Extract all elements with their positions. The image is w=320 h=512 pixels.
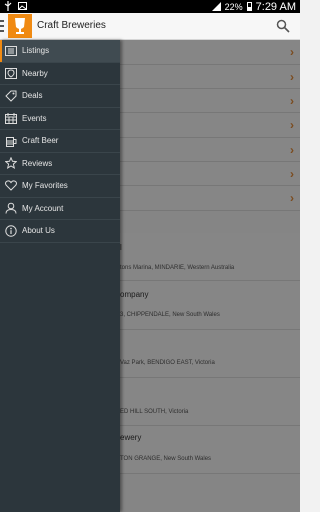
app-logo-icon[interactable] <box>8 14 32 38</box>
drawer-item-label: About Us <box>22 226 55 236</box>
list-icon <box>5 45 17 57</box>
star-icon <box>5 157 17 170</box>
active-indicator <box>0 40 2 62</box>
drawer-item-label: My Favorites <box>22 181 68 191</box>
navigation-drawer: Listings Nearby Deals Events Craft Beer … <box>0 40 120 512</box>
drawer-item-listings[interactable]: Listings <box>0 40 120 63</box>
info-icon <box>5 225 17 237</box>
drawer-item-events[interactable]: Events <box>0 108 120 130</box>
app-bar: Craft Breweries <box>0 13 300 40</box>
heart-icon <box>5 180 17 192</box>
drawer-item-label: Listings <box>22 46 50 56</box>
drawer-item-label: Reviews <box>22 158 53 168</box>
drawer-item-label: Deals <box>22 91 43 101</box>
drawer-item-reviews[interactable]: Reviews <box>0 153 120 175</box>
signal-icon <box>211 2 221 11</box>
user-icon <box>5 202 17 214</box>
beer-icon <box>5 135 17 147</box>
drawer-item-my-account[interactable]: My Account <box>0 198 120 220</box>
map-pin-icon <box>5 67 17 79</box>
search-icon[interactable] <box>276 19 290 33</box>
calendar-icon <box>5 112 17 124</box>
drawer-item-label: My Account <box>22 203 64 213</box>
drawer-item-craft-beer[interactable]: Craft Beer <box>0 130 120 153</box>
drawer-item-nearby[interactable]: Nearby <box>0 63 120 85</box>
drawer-item-my-favorites[interactable]: My Favorites <box>0 175 120 198</box>
status-bar: 22% 7:29 AM <box>0 0 300 13</box>
drawer-item-deals[interactable]: Deals <box>0 85 120 108</box>
drawer-toggle-icon[interactable] <box>0 20 4 33</box>
drawer-item-label: Events <box>22 113 47 123</box>
clock-time: 7:29 AM <box>255 0 296 13</box>
drawer-item-label: Craft Beer <box>22 136 59 146</box>
app-title: Craft Breweries <box>37 20 106 31</box>
drawer-item-label: Nearby <box>22 68 48 78</box>
image-icon <box>18 2 27 13</box>
battery-icon <box>246 2 252 11</box>
drawer-item-about-us[interactable]: About Us <box>0 220 120 243</box>
tag-icon <box>5 90 17 102</box>
battery-percentage: 22% <box>224 1 243 12</box>
